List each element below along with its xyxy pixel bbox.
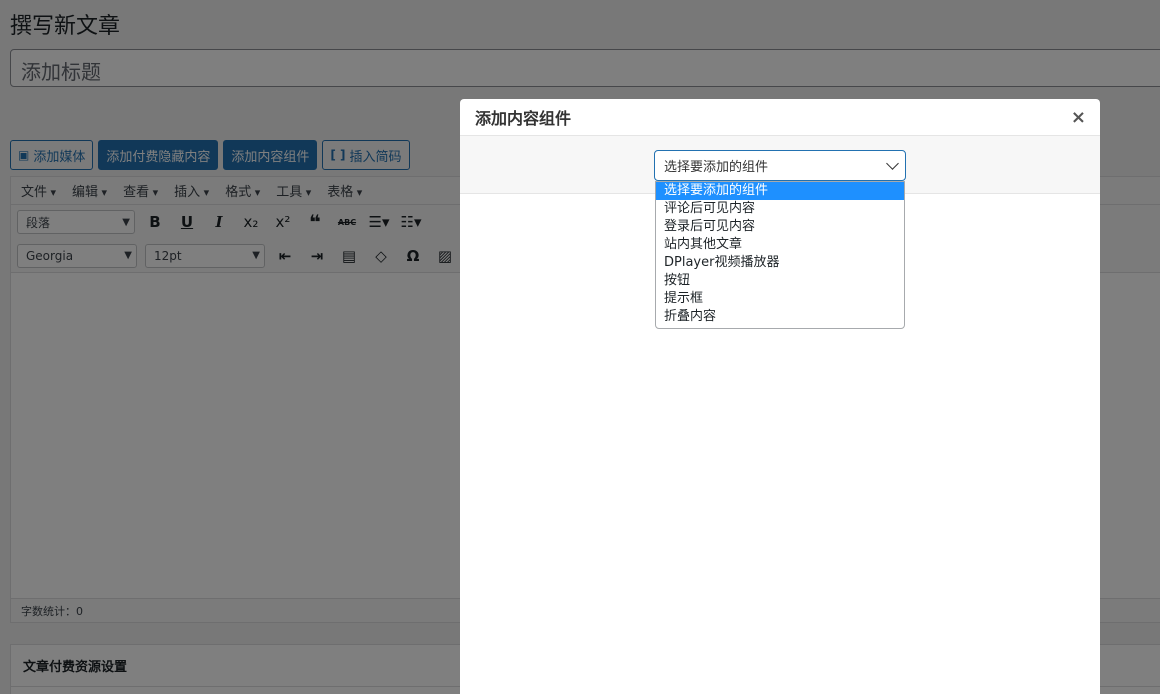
component-dropdown: 选择要添加的组件 评论后可见内容 登录后可见内容 站内其他文章 DPlayer视… bbox=[655, 181, 905, 329]
option-other-post[interactable]: 站内其他文章 bbox=[656, 236, 904, 254]
option-alert-box[interactable]: 提示框 bbox=[656, 290, 904, 308]
option-dplayer[interactable]: DPlayer视频播放器 bbox=[656, 254, 904, 272]
close-icon[interactable]: × bbox=[1071, 107, 1086, 128]
component-select[interactable]: 选择要添加的组件 bbox=[654, 150, 906, 181]
chevron-down-icon bbox=[886, 157, 899, 170]
modal-header: 添加内容组件 × bbox=[460, 99, 1100, 136]
option-comment-visible[interactable]: 评论后可见内容 bbox=[656, 200, 904, 218]
option-collapse[interactable]: 折叠内容 bbox=[656, 308, 904, 326]
option-button[interactable]: 按钮 bbox=[656, 272, 904, 290]
modal-title: 添加内容组件 bbox=[475, 109, 572, 128]
option-login-visible[interactable]: 登录后可见内容 bbox=[656, 218, 904, 236]
option-select-component[interactable]: 选择要添加的组件 bbox=[656, 182, 904, 200]
